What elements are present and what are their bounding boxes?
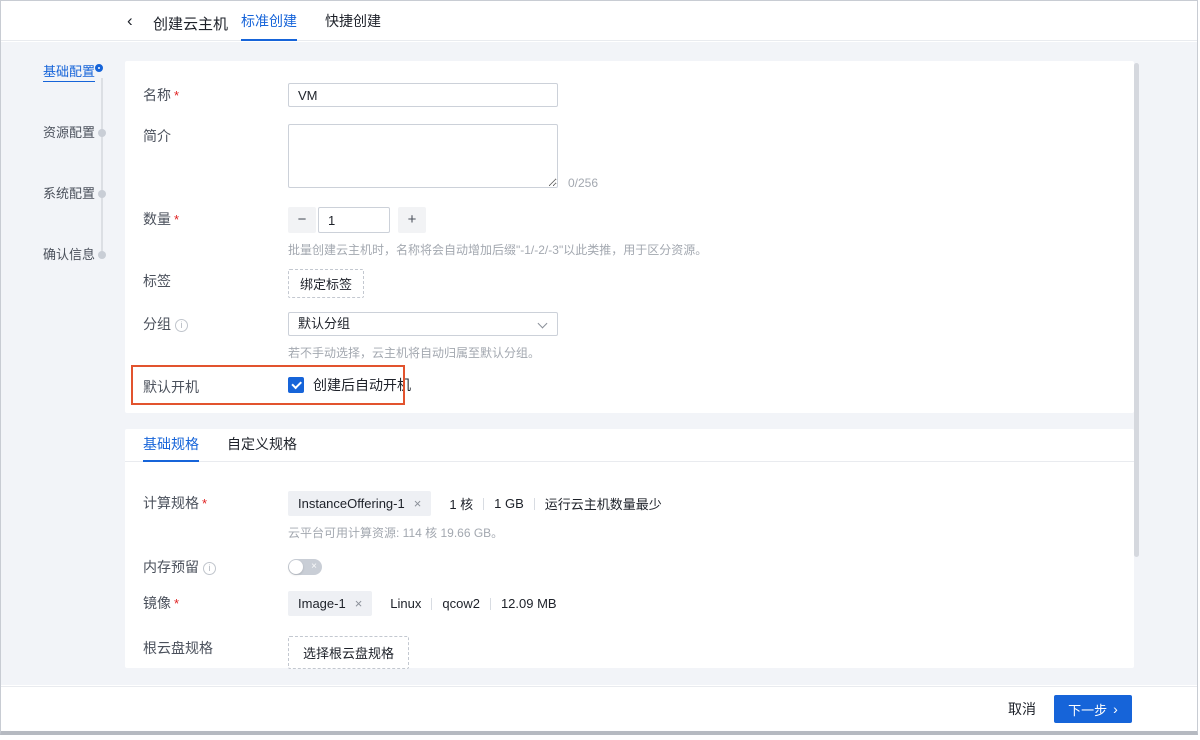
plus-button[interactable]: + [398, 207, 426, 233]
memory-reserve-toggle[interactable]: × [288, 559, 322, 575]
divider [534, 498, 535, 510]
quantity-stepper: − + [288, 207, 707, 233]
description-textarea[interactable] [288, 124, 558, 188]
minus-button[interactable]: − [288, 207, 316, 233]
power-on-label: 默认开机 [143, 375, 199, 399]
auto-power-on-option[interactable]: 创建后自动开机 [288, 375, 411, 395]
chevron-down-icon [538, 319, 548, 329]
required-mark: * [174, 88, 179, 103]
group-select-value: 默认分组 [298, 313, 350, 335]
group-select[interactable]: 默认分组 [288, 312, 558, 336]
cancel-button[interactable]: 取消 [1008, 699, 1036, 719]
tab-basic-spec[interactable]: 基础规格 [143, 429, 199, 461]
image-chip: Image-1× [288, 591, 372, 616]
step-connector-line [101, 78, 103, 256]
scrollbar-thumb[interactable] [1134, 63, 1139, 557]
remove-chip-icon[interactable]: × [355, 597, 363, 610]
image-size-detail: 12.09 MB [501, 596, 557, 611]
toggle-knob [289, 560, 303, 574]
quantity-label: 数量* [143, 207, 179, 232]
toggle-off-icon: × [311, 559, 317, 575]
auto-power-on-checkbox-label: 创建后自动开机 [313, 375, 411, 395]
image-label: 镜像* [143, 591, 179, 616]
root-disk-label: 根云盘规格 [143, 636, 213, 660]
page-footer: 取消 下一步› [1, 686, 1197, 731]
divider [431, 598, 432, 610]
tab-custom-spec[interactable]: 自定义规格 [227, 429, 297, 461]
page-body: 基础配置 资源配置 系统配置 确认信息 名称* 简介 0/256 [1, 42, 1197, 685]
tag-label: 标签 [143, 269, 171, 293]
basic-config-card: 名称* 简介 0/256 数量* − + [125, 61, 1134, 413]
spec-tabs: 基础规格 自定义规格 [125, 429, 1134, 462]
step-basic-config[interactable]: 基础配置 [43, 64, 95, 82]
cpu-detail: 1 核 [449, 494, 473, 513]
step-indicator-active [95, 64, 103, 72]
divider [483, 498, 484, 510]
quantity-input[interactable] [318, 207, 390, 233]
name-label: 名称* [143, 83, 179, 108]
divider [490, 598, 491, 610]
memory-detail: 1 GB [494, 496, 524, 511]
required-mark: * [174, 596, 179, 611]
image-format-detail: qcow2 [442, 596, 480, 611]
required-mark: * [174, 212, 179, 227]
name-input[interactable] [288, 83, 558, 107]
quantity-hint: 批量创建云主机时，名称将会自动增加后缀"-1/-2/-3"以此类推，用于区分资源… [288, 241, 707, 258]
step-indicator [98, 129, 106, 137]
page-header: ‹ 创建云主机 标准创建 快捷创建 [1, 1, 1197, 41]
step-confirm-info[interactable]: 确认信息 [43, 247, 95, 263]
remove-chip-icon[interactable]: × [414, 497, 422, 510]
chevron-right-icon: › [1113, 702, 1118, 716]
image-os-detail: Linux [390, 596, 421, 611]
compute-offering-label: 计算规格* [143, 491, 207, 516]
info-icon[interactable]: i [175, 319, 188, 332]
step-indicator [98, 251, 106, 259]
step-resource-config[interactable]: 资源配置 [43, 125, 95, 141]
description-label: 简介 [143, 124, 171, 148]
page-title: 创建云主机 [153, 13, 228, 34]
compute-offering-chip: InstanceOffering-1× [288, 491, 431, 516]
strategy-detail: 运行云主机数量最少 [545, 494, 662, 513]
memory-reserve-label: 内存预留i [143, 555, 216, 579]
step-indicator [98, 190, 106, 198]
checkbox-checked-icon[interactable] [288, 377, 304, 393]
bind-tag-button[interactable]: 绑定标签 [288, 269, 364, 298]
back-icon[interactable]: ‹ [127, 10, 133, 32]
char-counter: 0/256 [568, 176, 598, 190]
wizard-steps: 基础配置 资源配置 系统配置 确认信息 [1, 42, 125, 685]
info-icon[interactable]: i [203, 562, 216, 575]
select-root-disk-button[interactable]: 选择根云盘规格 [288, 636, 409, 669]
next-step-button[interactable]: 下一步› [1054, 695, 1132, 723]
tab-quick-create[interactable]: 快捷创建 [325, 1, 381, 41]
create-mode-tabs: 标准创建 快捷创建 [241, 1, 381, 41]
create-vm-page: ‹ 创建云主机 标准创建 快捷创建 基础配置 资源配置 系统配置 确认信息 名称… [0, 0, 1198, 735]
compute-resource-hint: 云平台可用计算资源: 114 核 19.66 GB。 [288, 524, 662, 541]
group-hint: 若不手动选择，云主机将自动归属至默认分组。 [288, 344, 558, 361]
tab-standard-create[interactable]: 标准创建 [241, 1, 297, 41]
group-label: 分组i [143, 312, 188, 336]
step-system-config[interactable]: 系统配置 [43, 186, 95, 202]
spec-card: 基础规格 自定义规格 计算规格* InstanceOffering-1× 1 核… [125, 429, 1134, 668]
required-mark: * [202, 496, 207, 511]
